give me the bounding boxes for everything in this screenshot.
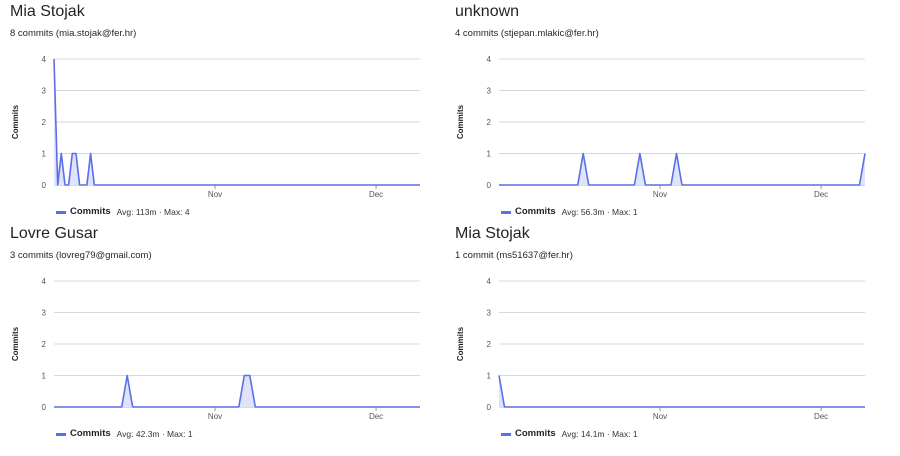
series-line [499,152,866,186]
contributor-panel: unknown 4 commits (stjepan.mlakic@fer.hr… [455,2,895,224]
y-tick-label: 2 [487,340,492,349]
commits-chart: 0 1 2 3 4 Nov Dec Commits [456,277,865,421]
legend-series-name: Commits [70,206,111,217]
x-tick-label: Nov [653,190,667,199]
commits-chart: 0 1 2 3 4 Nov Dec Commits [456,55,866,199]
contributor-name: Mia Stojak [455,225,530,242]
x-tick-label: Dec [369,412,383,421]
series-area [54,375,420,407]
y-tick-label: 2 [487,118,492,127]
y-tick-label: 1 [42,372,47,381]
commits-chart: 0 1 2 3 4 Nov Dec Commits [11,277,420,421]
y-tick-label: 4 [487,55,492,64]
legend-swatch [56,210,66,214]
y-tick-label: 1 [487,150,492,159]
contributor-commit-summary: 8 commits (mia.stojak@fer.hr) [10,28,137,39]
contributor-commit-summary: 4 commits (stjepan.mlakic@fer.hr) [455,28,599,39]
commits-chart: 0 1 2 3 4 Nov Dec Commits [11,55,420,199]
y-tick-label: 0 [487,403,492,412]
y-tick-label: 1 [487,372,492,381]
legend-series-name: Commits [515,206,556,217]
legend-stats: Avg: 14.1m · Max: 1 [561,429,638,439]
y-tick-label: 0 [42,403,47,412]
y-tick-label: 0 [42,181,47,190]
chart-legend: Commits Avg: 14.1m · Max: 1 [501,428,638,440]
chart-legend: Commits Avg: 56.3m · Max: 1 [501,206,638,218]
x-tick-label: Dec [369,190,383,199]
series-line [54,374,420,408]
x-tick-label: Dec [814,190,828,199]
x-tick-label: Nov [653,412,667,421]
y-tick-label: 3 [42,309,47,318]
y-tick-label: 4 [42,55,47,64]
y-tick-label: 3 [487,309,492,318]
y-tick-label: 1 [42,150,47,159]
contributor-commit-summary: 1 commit (ms51637@fer.hr) [455,250,573,261]
contributor-panel: Lovre Gusar 3 commits (lovreg79@gmail.co… [10,224,450,446]
legend-swatch [501,432,511,436]
y-tick-label: 4 [42,277,47,286]
series-area [499,375,865,407]
legend-stats: Avg: 113m · Max: 4 [116,207,190,217]
contributor-name: Lovre Gusar [10,225,99,242]
legend-stats: Avg: 56.3m · Max: 1 [561,207,638,217]
x-tick-label: Nov [208,412,222,421]
contributor-panel: Mia Stojak 1 commit (ms51637@fer.hr) 0 1 2… [455,224,895,446]
x-tick-label: Nov [208,190,222,199]
y-axis-label: Commits [456,104,465,139]
legend-swatch [501,210,511,214]
contributor-commit-summary: 3 commits (lovreg79@gmail.com) [10,250,152,261]
y-axis-label: Commits [11,104,20,139]
chart-legend: Commits Avg: 42.3m · Max: 1 [56,428,193,440]
contributor-name: Mia Stojak [10,3,85,20]
x-tick-label: Dec [814,412,828,421]
legend-series-name: Commits [515,428,556,439]
y-tick-label: 0 [487,181,492,190]
legend-swatch [56,432,66,436]
contributor-name: unknown [455,3,520,20]
y-axis-label: Commits [11,326,20,361]
y-tick-label: 2 [42,118,47,127]
series-line [498,375,865,408]
y-tick-label: 4 [487,277,492,286]
y-tick-label: 2 [42,340,47,349]
legend-stats: Avg: 42.3m · Max: 1 [116,429,193,439]
legend-series-name: Commits [70,428,111,439]
y-axis-label: Commits [456,326,465,361]
contributor-panel: Mia Stojak 8 commits (mia.stojak@fer.hr)… [10,2,450,224]
series-area [499,153,865,185]
y-tick-label: 3 [42,87,47,96]
chart-legend: Commits Avg: 113m · Max: 4 [56,206,190,218]
y-tick-label: 3 [487,87,492,96]
